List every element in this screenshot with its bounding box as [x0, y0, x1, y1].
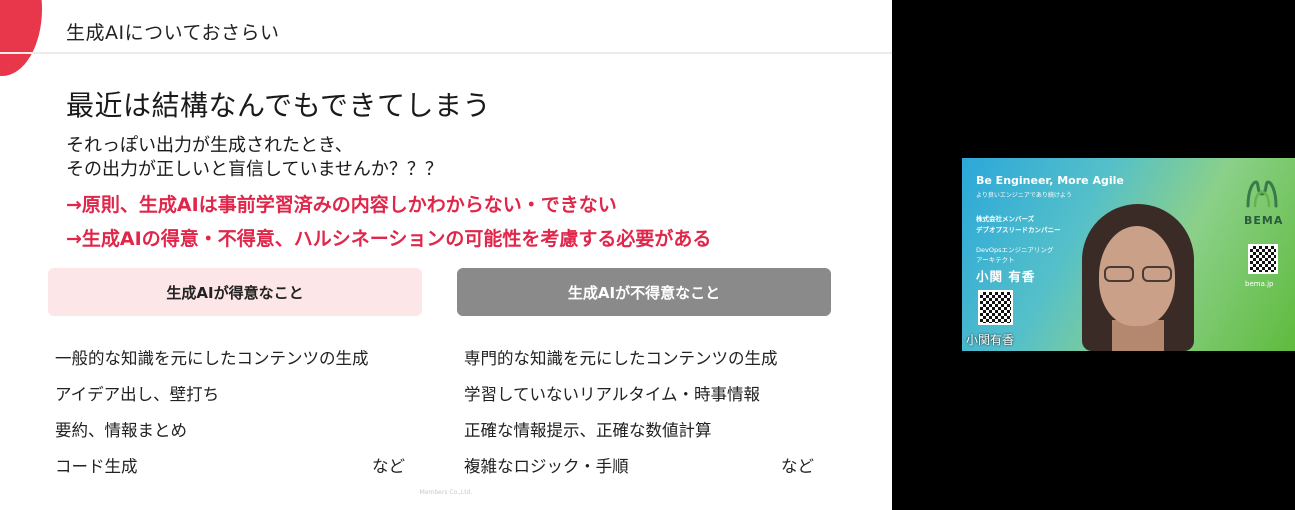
weakness-item: 学習していないリアルタイム・時事情報 [464, 385, 761, 404]
speaker-name: 小関 有香 [976, 269, 1036, 284]
participant-name-label: 小関有香 [966, 333, 1015, 347]
strengths-etc: など [372, 457, 405, 476]
virtual-bg-subtagline: より良いエンジニアであり続けよう [976, 192, 1072, 199]
bema-logo-icon [1246, 180, 1278, 208]
virtual-bg-tagline: Be Engineer, More Agile [976, 174, 1124, 187]
header-divider [0, 52, 892, 54]
speaker-video-tile[interactable]: Be Engineer, More Agile より良いエンジニアであり続けよう… [962, 158, 1295, 351]
weaknesses-heading: 生成AIが不得意なこと [457, 268, 831, 316]
brand-name: BEMA [1244, 214, 1284, 227]
corner-accent-shape [0, 0, 42, 76]
weaknesses-etc: など [781, 457, 814, 476]
qr-code-icon [978, 290, 1013, 325]
emphasis-line: →生成AIの得意・不得意、ハルシネーションの可能性を考慮する必要がある [66, 228, 712, 250]
strength-item: コード生成 [55, 457, 138, 476]
weakness-item: 複雑なロジック・手順 [464, 457, 629, 476]
company-unit: デブオプスリードカンパニー [976, 226, 1061, 234]
emphasis-line: →原則、生成AIは事前学習済みの内容しかわからない・できない [66, 194, 617, 216]
strength-item: 要約、情報まとめ [55, 421, 187, 440]
body-text-line: その出力が正しいと盲信していませんか？？？ [66, 159, 443, 180]
speaker-role: DevOpsエンジニアリング [976, 246, 1054, 254]
presentation-slide: 生成AIについておさらい 最近は結構なんでもできてしまう それっぽい出力が生成さ… [0, 0, 892, 510]
strengths-heading: 生成AIが得意なこと [48, 268, 422, 316]
strength-item: 一般的な知識を元にしたコンテンツの生成 [55, 349, 369, 368]
slide-headline: 最近は結構なんでもできてしまう [66, 89, 491, 122]
strength-item: アイデア出し、壁打ち [55, 385, 220, 404]
speaker-title: アーキテクト [976, 256, 1015, 264]
company-name: 株式会社メンバーズ [976, 215, 1035, 223]
body-text-line: それっぽい出力が生成されたとき、 [66, 135, 353, 156]
slide-footer: Members Co.,Ltd. [419, 489, 473, 496]
weakness-item: 正確な情報提示、正確な数値計算 [464, 421, 712, 440]
speaker-video-feed [1082, 204, 1194, 351]
weakness-item: 専門的な知識を元にしたコンテンツの生成 [464, 349, 778, 368]
brand-site: bema.jp [1245, 280, 1274, 288]
qr-code-icon [1248, 244, 1278, 274]
section-title: 生成AIについておさらい [66, 22, 280, 44]
